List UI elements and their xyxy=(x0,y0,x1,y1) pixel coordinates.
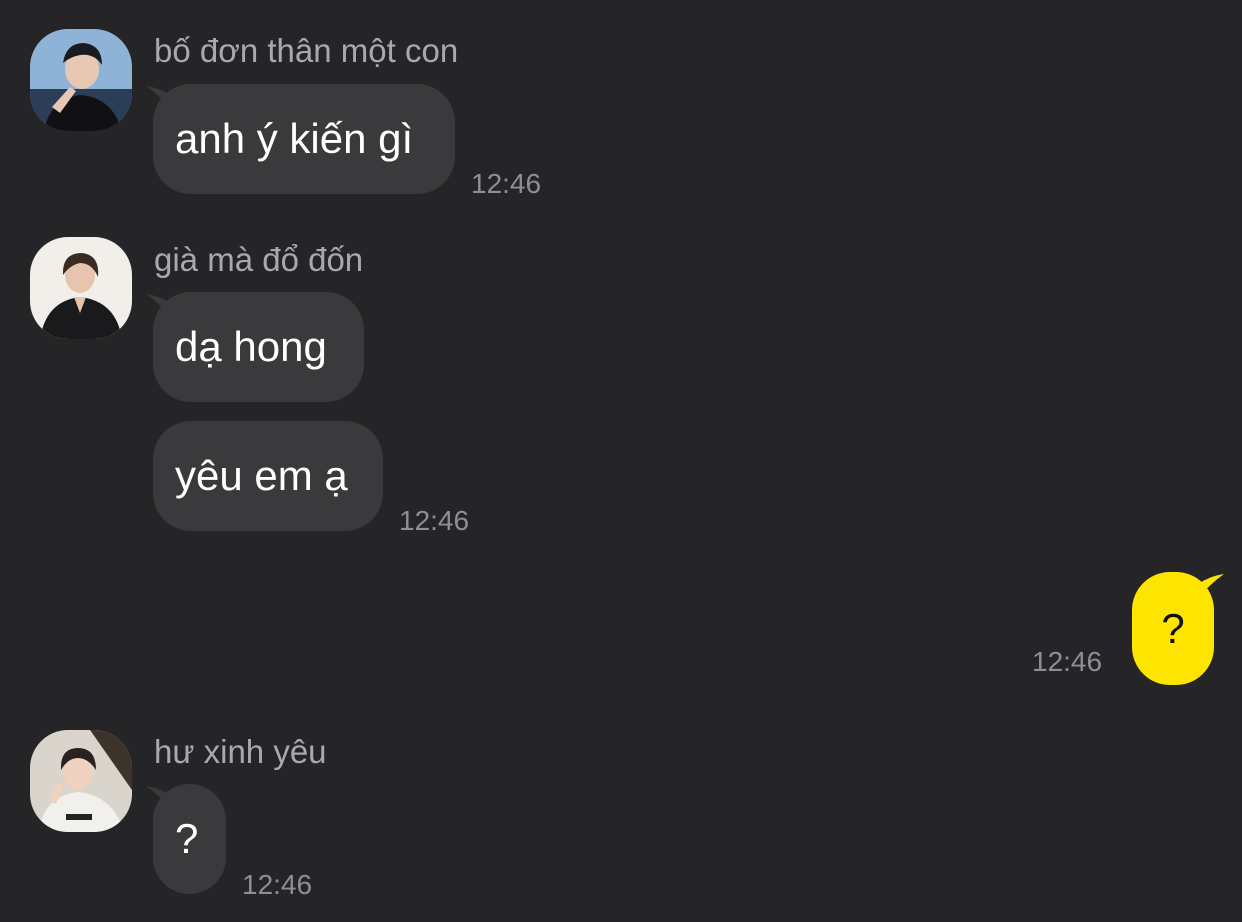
message-time: 12:46 xyxy=(1032,646,1103,677)
message-text: yêu em ạ xyxy=(175,452,348,499)
avatar-photo-icon xyxy=(30,730,132,832)
avatar[interactable] xyxy=(30,237,132,339)
message-bubble[interactable]: ? xyxy=(153,784,226,894)
message-bubble[interactable]: anh ý kiến gì xyxy=(153,84,455,194)
message-bubble[interactable]: yêu em ạ xyxy=(153,421,383,531)
my-message-bubble[interactable]: ? xyxy=(1132,572,1214,685)
message-text: anh ý kiến gì xyxy=(175,115,414,162)
sender-name: bố đơn thân một con xyxy=(154,32,459,69)
message-time: 12:46 xyxy=(471,168,542,199)
chat-thread: bố đơn thân một con anh ý kiến gì 12:46 … xyxy=(0,0,1242,922)
sender-name: hư xinh yêu xyxy=(154,733,327,770)
message-text: dạ hong xyxy=(175,323,327,370)
sender-name: già mà đổ đốn xyxy=(154,241,364,278)
message-text: ? xyxy=(1161,604,1185,652)
message-text: ? xyxy=(175,815,199,862)
avatar-photo-icon xyxy=(30,237,132,339)
avatar-photo-icon xyxy=(30,29,132,131)
avatar[interactable] xyxy=(30,730,132,832)
avatar[interactable] xyxy=(30,29,132,131)
message-bubble[interactable]: dạ hong xyxy=(153,292,364,402)
message-time: 12:46 xyxy=(399,505,470,536)
message-time: 12:46 xyxy=(242,869,313,900)
